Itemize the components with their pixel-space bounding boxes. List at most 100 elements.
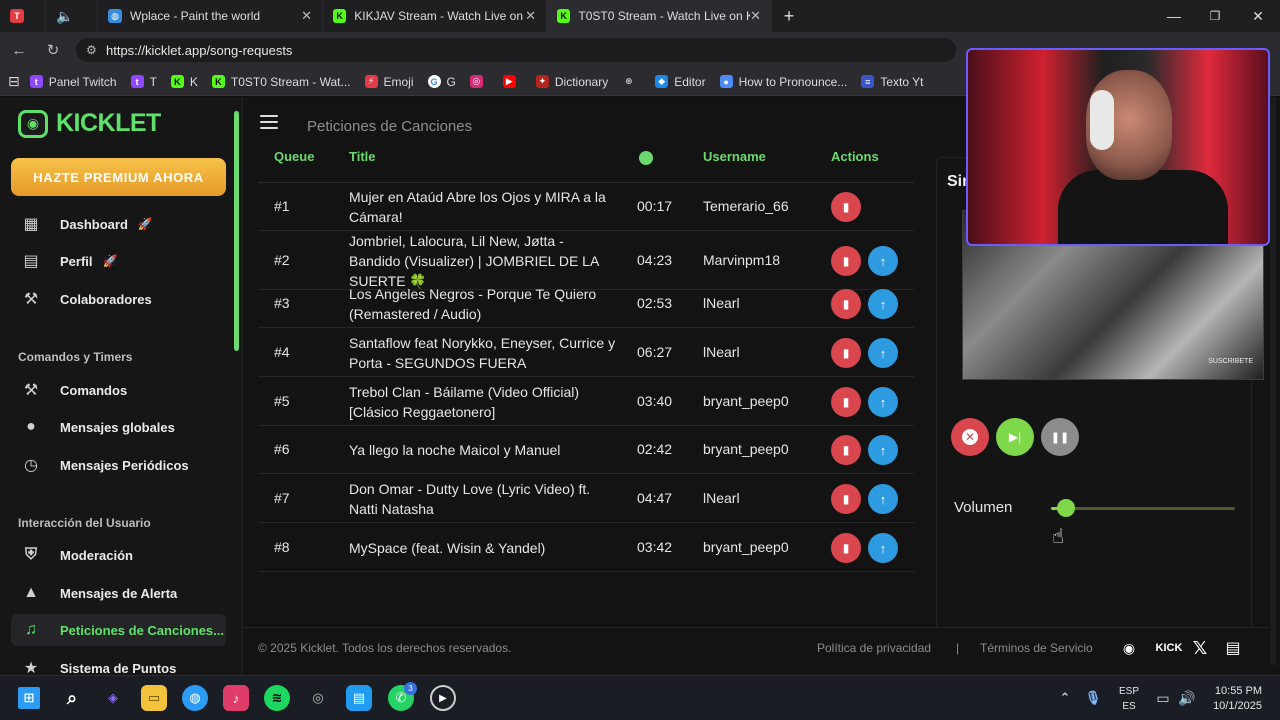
- sidebar-item-mensajes-alerta[interactable]: ▲ Mensajes de Alerta: [11, 577, 226, 609]
- delete-song-button[interactable]: ▮: [831, 484, 861, 514]
- window-close-icon[interactable]: ✕: [1236, 0, 1280, 32]
- close-icon[interactable]: ✕: [301, 8, 312, 24]
- search-icon[interactable]: ⌕: [59, 685, 85, 711]
- bookmark-tosto[interactable]: K T0ST0 Stream - Wat...: [211, 75, 351, 89]
- bookmark-dictionary[interactable]: ✦ Dictionary: [535, 75, 608, 89]
- spotify-icon[interactable]: ≋: [264, 685, 290, 711]
- tab-wplace[interactable]: ◍ Wplace - Paint the world ✕: [98, 0, 323, 32]
- clock[interactable]: 10:55 PM 10/1/2025: [1206, 684, 1262, 714]
- bookmark-openai[interactable]: ⊛: [622, 75, 641, 88]
- bookmark-editor[interactable]: ◆ Editor: [655, 75, 706, 89]
- section-interaccion: Interacción del Usuario: [18, 516, 151, 530]
- reload-icon[interactable]: ↻: [36, 32, 70, 68]
- browser-icon[interactable]: ◍: [182, 685, 208, 711]
- trash-icon: ▮: [842, 395, 850, 409]
- requester-username: bryant_peep0: [703, 441, 789, 457]
- bookmark-emoji[interactable]: ⚡ Emoji: [364, 75, 414, 89]
- remove-song-button[interactable]: ✕: [951, 418, 989, 456]
- sidebar-item-mensajes-globales[interactable]: ● Mensajes globales: [11, 411, 226, 443]
- move-up-button[interactable]: ↑: [868, 338, 898, 368]
- sidebar-item-colaboradores[interactable]: ⚒ Colaboradores: [11, 283, 226, 315]
- new-tab-icon[interactable]: +: [772, 6, 806, 27]
- minimize-icon[interactable]: —: [1152, 0, 1196, 32]
- delete-song-button[interactable]: ▮: [831, 338, 861, 368]
- x-twitter-icon[interactable]: 𝕏: [1190, 638, 1210, 658]
- headphones: [1090, 90, 1114, 150]
- url-field[interactable]: ⚙ https://kicklet.app/song-requests: [76, 38, 956, 62]
- volume-slider[interactable]: [1051, 499, 1235, 517]
- bookmark-t[interactable]: tT: [130, 75, 157, 89]
- sidebar-item-moderacion[interactable]: ⛨ Moderación: [11, 539, 226, 571]
- windows-start-icon[interactable]: ⊞: [18, 687, 40, 709]
- delete-song-button[interactable]: ▮: [831, 387, 861, 417]
- move-up-button[interactable]: ↑: [868, 533, 898, 563]
- sidebar-scrollbar[interactable]: [234, 111, 239, 351]
- volume-icon[interactable]: 🔊: [1174, 685, 1200, 711]
- apps-icon[interactable]: ⊟: [8, 73, 20, 90]
- tab-kikjav[interactable]: K KIKJAV Stream - Watch Live on Ki ✕: [323, 0, 547, 32]
- delete-song-button[interactable]: ▮: [831, 246, 861, 276]
- file-explorer-icon[interactable]: ▭: [141, 685, 167, 711]
- app-icon[interactable]: ◎: [305, 685, 331, 711]
- move-up-button[interactable]: ↑: [868, 484, 898, 514]
- url-text: https://kicklet.app/song-requests: [106, 42, 293, 58]
- notepad-icon[interactable]: ▤: [346, 685, 372, 711]
- delete-song-button[interactable]: ▮: [831, 192, 861, 222]
- skip-button[interactable]: ▶|: [996, 418, 1034, 456]
- document-icon[interactable]: ▤: [1223, 638, 1243, 658]
- copyright-text: © 2025 Kicklet. Todos los derechos reser…: [258, 641, 512, 655]
- handshake-icon: ⚒: [23, 291, 39, 308]
- close-icon[interactable]: ✕: [750, 8, 761, 24]
- bookmark-instagram[interactable]: ◎: [469, 75, 489, 88]
- media-player-icon[interactable]: ▶: [430, 685, 456, 711]
- delete-song-button[interactable]: ▮: [831, 533, 861, 563]
- move-up-button[interactable]: ↑: [868, 387, 898, 417]
- arrow-up-icon: ↑: [879, 491, 887, 507]
- restore-icon[interactable]: ❐: [1193, 0, 1237, 32]
- sidebar-item-mensajes-periodicos[interactable]: ◷ Mensajes Periódicos: [11, 449, 226, 481]
- kicklet-logo[interactable]: ◉ KICKLET: [18, 109, 161, 138]
- sidebar-item-dashboard[interactable]: ▦ Dashboard 🚀: [11, 208, 226, 240]
- move-up-button[interactable]: ↑: [868, 435, 898, 465]
- bookmark-texto-yt[interactable]: ≡ Texto Yt: [861, 75, 923, 89]
- microphone-icon[interactable]: 🎙: [1080, 685, 1106, 711]
- delete-song-button[interactable]: ▮: [831, 435, 861, 465]
- sidebar-item-puntos[interactable]: ★ Sistema de Puntos: [11, 652, 226, 675]
- back-icon[interactable]: ←: [2, 32, 36, 68]
- menu-icon[interactable]: [260, 115, 278, 129]
- move-up-button[interactable]: ↑: [868, 246, 898, 276]
- privacy-link[interactable]: Política de privacidad: [817, 641, 931, 655]
- pause-button[interactable]: ❚❚: [1041, 418, 1079, 456]
- sidebar: ◉ KICKLET HAZTE PREMIUM AHORA ▦ Dashboar…: [0, 97, 243, 675]
- audio-tab[interactable]: 🔈: [46, 0, 98, 32]
- close-icon[interactable]: ✕: [525, 8, 536, 24]
- delete-song-button[interactable]: ▮: [831, 289, 861, 319]
- bookmark-pronounce[interactable]: ● How to Pronounce...: [719, 75, 847, 89]
- kick-link[interactable]: KICK: [1154, 638, 1184, 658]
- trash-icon: ▮: [842, 443, 850, 457]
- app-diamond-icon[interactable]: ◈: [100, 685, 126, 711]
- volume-thumb[interactable]: [1056, 499, 1075, 517]
- tab-pinned[interactable]: T: [0, 0, 46, 32]
- move-up-button[interactable]: ↑: [868, 289, 898, 319]
- tab-tosto[interactable]: K T0ST0 Stream - Watch Live on Ki ✕: [547, 0, 772, 32]
- sidebar-item-comandos[interactable]: ⚒ Comandos: [11, 374, 226, 406]
- terms-link[interactable]: Términos de Servicio: [980, 641, 1093, 655]
- tiktok-icon[interactable]: ♪: [223, 685, 249, 711]
- language-indicator[interactable]: ESP ES: [1119, 684, 1139, 714]
- site-info-icon[interactable]: ⚙: [86, 43, 97, 57]
- arrow-up-icon: ↑: [879, 394, 887, 410]
- diamond-icon: ◆: [655, 75, 669, 88]
- sidebar-item-peticiones[interactable]: ♫ Peticiones de Canciones...: [11, 614, 226, 646]
- bookmark-panel-twitch[interactable]: t Panel Twitch: [29, 75, 117, 89]
- bookmark-youtube[interactable]: ▶: [502, 75, 522, 88]
- discord-icon[interactable]: ◉: [1116, 638, 1142, 658]
- page-scrollbar[interactable]: [1270, 97, 1276, 665]
- bookmark-g[interactable]: GG: [427, 75, 456, 89]
- chevron-up-icon[interactable]: ⌃: [1052, 685, 1078, 711]
- bookmark-k[interactable]: KK: [170, 75, 198, 89]
- network-icon[interactable]: ▭: [1150, 685, 1176, 711]
- sidebar-item-perfil[interactable]: ▤ Perfil 🚀: [11, 245, 226, 277]
- premium-button[interactable]: HAZTE PREMIUM AHORA: [11, 158, 226, 196]
- speech-icon: ●: [719, 75, 733, 88]
